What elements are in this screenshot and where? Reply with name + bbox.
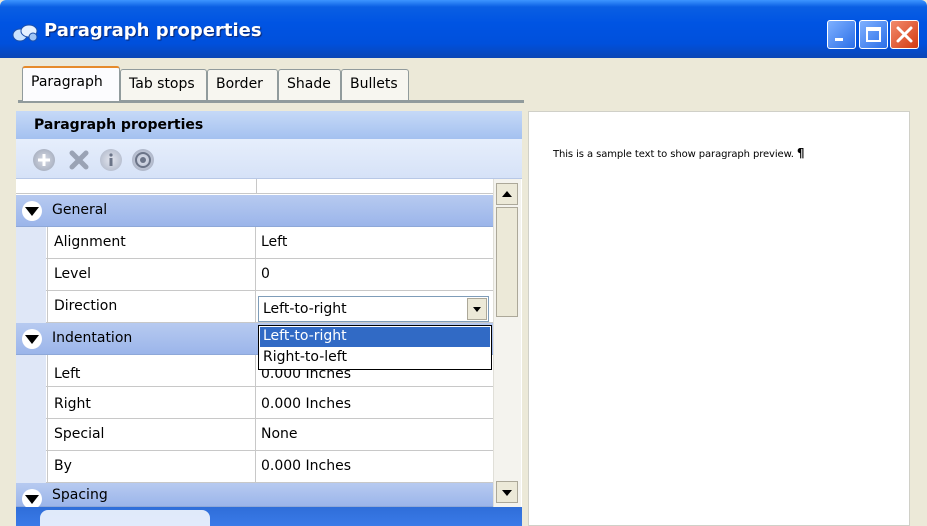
panel-toolbar [16, 139, 522, 179]
scrollbar-thumb[interactable] [496, 207, 518, 317]
grid-top-row [16, 179, 493, 194]
property-value[interactable]: 0 [257, 259, 493, 291]
property-name: Level [47, 259, 256, 291]
help-icon[interactable] [132, 149, 154, 171]
direction-select-value: Left-to-right [263, 301, 347, 317]
maximize-icon [866, 27, 881, 42]
property-name: Alignment [47, 227, 256, 259]
minimize-button[interactable] [827, 20, 856, 49]
description-title [40, 510, 210, 526]
property-name: Special [47, 419, 256, 451]
row-gutter [16, 419, 46, 451]
delete-icon[interactable] [68, 149, 90, 171]
minimize-icon [835, 38, 843, 41]
tab-border[interactable]: Border [207, 69, 278, 100]
chevron-down-icon[interactable] [467, 298, 487, 320]
direction-dropdown-list: Left-to-right Right-to-left [258, 325, 492, 370]
preview-text: This is a sample text to show paragraph … [553, 149, 794, 160]
tab-bullets[interactable]: Bullets [341, 69, 409, 100]
grid-column-divider [256, 179, 257, 194]
maximize-button[interactable] [859, 20, 888, 49]
close-button[interactable] [890, 20, 919, 49]
row-gutter [16, 451, 46, 483]
pilcrow-mark: ¶ [796, 146, 805, 160]
panel-header: Paragraph properties [16, 111, 522, 139]
row-gutter [16, 387, 46, 419]
dropdown-option-right-to-left[interactable]: Right-to-left [260, 348, 490, 368]
property-value[interactable]: Left [257, 227, 493, 259]
row-gutter [16, 259, 46, 291]
paragraph-app-icon [12, 24, 38, 42]
direction-select[interactable]: Left-to-right [258, 296, 489, 322]
property-value[interactable]: 0.000 Inches [257, 451, 493, 483]
category-label: General [52, 202, 108, 218]
property-value[interactable]: 0.000 Inches [257, 387, 493, 419]
property-name: By [47, 451, 256, 483]
tab-paragraph[interactable]: Paragraph [22, 66, 120, 101]
row-gutter [16, 291, 46, 323]
category-label: Indentation [52, 330, 133, 346]
preview-text-line: This is a sample text to show paragraph … [553, 146, 804, 160]
tab-tab-stops[interactable]: Tab stops [120, 69, 207, 100]
dialog-window: Paragraph properties Paragraph Tab stops… [0, 0, 927, 526]
property-value[interactable]: None [257, 419, 493, 451]
property-name: Direction [47, 291, 256, 323]
dropdown-option-left-to-right[interactable]: Left-to-right [260, 327, 490, 347]
scroll-up-icon[interactable] [496, 183, 518, 205]
collapse-arrow-icon[interactable] [22, 201, 42, 221]
row-gutter [16, 227, 46, 259]
info-icon[interactable] [100, 149, 122, 171]
close-icon [896, 26, 913, 43]
property-name: Left [47, 355, 256, 387]
category-label: Spacing [52, 487, 108, 503]
preview-pane [528, 111, 910, 526]
window-title: Paragraph properties [44, 20, 262, 41]
property-name: Right [47, 387, 256, 419]
row-gutter [16, 355, 46, 387]
add-icon[interactable] [33, 149, 55, 171]
collapse-arrow-icon[interactable] [22, 489, 42, 509]
collapse-arrow-icon[interactable] [22, 329, 42, 349]
scroll-down-icon[interactable] [496, 481, 518, 503]
tab-shade[interactable]: Shade [278, 69, 341, 100]
